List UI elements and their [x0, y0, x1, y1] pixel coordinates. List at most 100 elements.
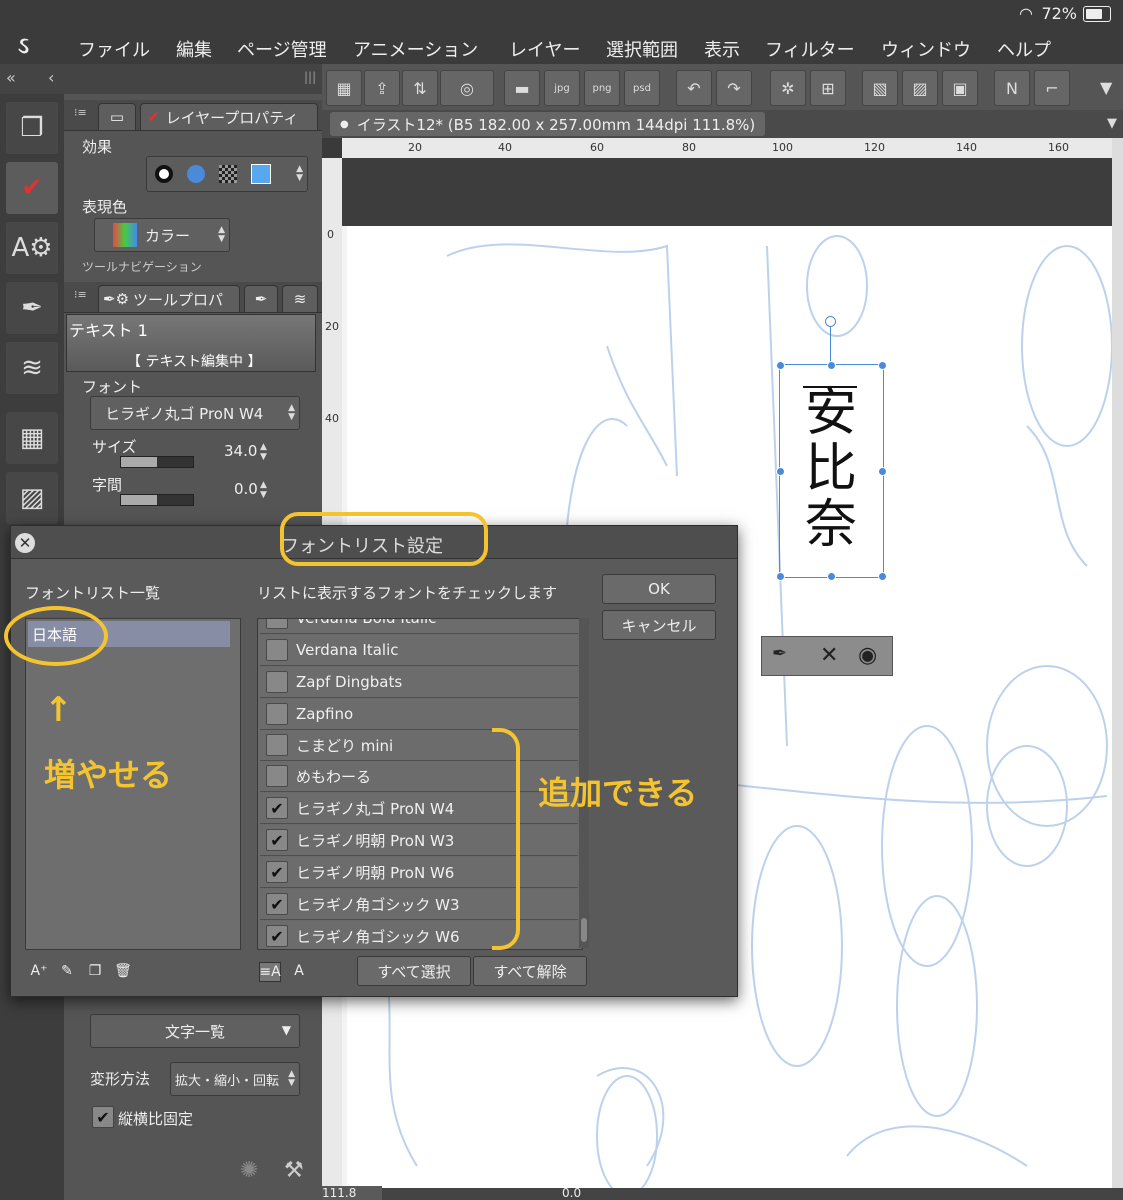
transform-spin-icon[interactable]: ▲ ▼ — [288, 1070, 295, 1088]
save-icon[interactable]: ▬ — [504, 70, 540, 106]
zoom-field[interactable]: 111.8 — [322, 1186, 382, 1200]
layers-stack-icon[interactable]: ≋ — [6, 342, 58, 394]
tool-settings-icon[interactable]: ⚒ — [284, 1158, 304, 1183]
list-item[interactable]: Zapfino — [260, 699, 578, 730]
menu-window[interactable]: ウィンドウ — [881, 36, 971, 62]
tab-menu-icon[interactable]: ⁝≡ — [74, 288, 87, 301]
material-icon[interactable]: ▨ — [6, 472, 58, 524]
share-icon[interactable]: ⇪ — [364, 70, 400, 106]
confirm-edit-icon[interactable]: ◉ — [858, 643, 877, 668]
effect-spin-icon[interactable]: ▲ ▼ — [296, 165, 303, 183]
font-checkbox[interactable] — [266, 619, 288, 629]
selection-border-icon[interactable]: ▣ — [942, 70, 978, 106]
close-icon[interactable]: ✕ — [15, 533, 35, 553]
menu-edit[interactable]: 編集 — [176, 36, 212, 62]
deselect-all-button[interactable]: すべて解除 — [473, 956, 587, 986]
font-checkbox[interactable] — [266, 639, 288, 661]
list-item[interactable]: Verdana Italic — [260, 635, 578, 666]
menu-file[interactable]: ファイル — [78, 36, 150, 62]
grip-icon[interactable]: ||| — [304, 70, 316, 84]
resize-handle[interactable] — [878, 572, 887, 581]
add-list-icon[interactable]: A⁺ — [29, 962, 49, 980]
spacing-slider[interactable] — [120, 494, 194, 506]
menu-layer[interactable]: レイヤー — [509, 36, 580, 62]
tab-brush-icon[interactable]: ✒ — [244, 285, 278, 312]
border-effect-icon[interactable] — [155, 165, 173, 183]
tab-layer-property[interactable]: ✔ レイヤープロパティ — [140, 103, 318, 130]
duplicate-list-icon[interactable]: ❐ — [85, 962, 105, 980]
font-checkbox[interactable]: ✔ — [266, 829, 288, 851]
invert-selection-icon[interactable]: ▨ — [902, 70, 938, 106]
rotation-handle[interactable] — [825, 316, 836, 327]
toolbar-more-icon[interactable]: ▼ — [1100, 78, 1112, 97]
spacing-spin-icon[interactable]: ▲ ▼ — [260, 480, 267, 500]
spacing-value[interactable]: 0.0 — [234, 480, 258, 498]
cancel-button[interactable]: キャンセル — [602, 610, 716, 640]
tab-layers-icon[interactable]: ≋ — [282, 285, 318, 312]
font-select[interactable]: ヒラギノ丸ゴ ProN W4 ▲ ▼ — [90, 396, 300, 430]
text-settings-icon[interactable]: A⚙ — [6, 222, 58, 274]
ruler-snap-icon[interactable]: N — [994, 70, 1030, 106]
font-checkbox[interactable] — [266, 703, 288, 725]
list-item[interactable]: ✔ ヒラギノ角ゴシック W3 — [260, 889, 578, 920]
list-item[interactable]: ✔ ヒラギノ明朝 ProN W6 — [260, 857, 578, 888]
app-logo-icon[interactable]: ઽ — [18, 34, 44, 59]
size-slider[interactable] — [120, 456, 194, 468]
resize-handle[interactable] — [776, 467, 785, 476]
font-spin-icon[interactable]: ▲ ▼ — [288, 404, 295, 422]
navigator-icon[interactable]: ▦ — [6, 412, 58, 464]
tab-tool-property[interactable]: ✒⚙ ツールプロパ — [98, 285, 240, 312]
collapse-icon[interactable]: « — [6, 68, 16, 87]
rename-list-icon[interactable]: ✎ — [57, 962, 77, 980]
font-checkbox[interactable] — [266, 765, 288, 787]
vertical-scrollbar[interactable] — [1112, 138, 1123, 1188]
transform-select[interactable]: 拡大・縮小・回転 ▲ ▼ — [170, 1062, 300, 1096]
trash-icon[interactable]: 🗑 — [113, 962, 133, 980]
font-checkbox[interactable]: ✔ — [266, 893, 288, 915]
document-tab[interactable]: ● イラスト12* (B5 182.00 x 257.00mm 144dpi 1… — [330, 112, 766, 136]
effect-icon[interactable]: ✲ — [770, 70, 806, 106]
export-png-icon[interactable]: png — [584, 70, 620, 106]
resize-handle[interactable] — [827, 572, 836, 581]
vertical-text[interactable]: 安 比 奈 — [797, 385, 865, 553]
menu-view[interactable]: 表示 — [704, 36, 740, 62]
tone-effect-icon[interactable] — [219, 165, 237, 183]
resize-handle[interactable] — [878, 361, 887, 370]
export-jpg-icon[interactable]: jpg — [544, 70, 580, 106]
tab-layer[interactable]: ▭ — [98, 103, 136, 130]
char-list-button[interactable]: 文字一覧 ▼ — [90, 1014, 300, 1048]
watercolor-effect-icon[interactable] — [187, 165, 205, 183]
clear-selection-icon[interactable]: ▧ — [862, 70, 898, 106]
font-checkbox[interactable]: ✔ — [266, 861, 288, 883]
cloud-sync-icon[interactable]: ◎ — [440, 70, 494, 106]
color-spin-icon[interactable]: ▲ ▼ — [218, 226, 225, 244]
redo-icon[interactable]: ↷ — [716, 70, 752, 106]
sort-font-icon[interactable]: ≡A — [259, 962, 281, 982]
tab-dropdown-icon[interactable]: ▼ — [1107, 116, 1117, 131]
font-checkbox[interactable] — [266, 734, 288, 756]
ok-button[interactable]: OK — [602, 574, 716, 604]
export-psd-icon[interactable]: psd — [624, 70, 660, 106]
layer-tool-icon[interactable]: ❐ — [6, 102, 58, 154]
lock-ratio-checkbox[interactable]: ✔ — [92, 1106, 114, 1128]
transform-icon[interactable]: ⊞ — [810, 70, 846, 106]
resize-handle[interactable] — [776, 361, 785, 370]
layer-color-icon[interactable] — [251, 164, 271, 184]
undo-icon[interactable]: ↶ — [676, 70, 712, 106]
curve-snap-icon[interactable]: ⌐ — [1034, 70, 1070, 106]
list-item[interactable]: Zapf Dingbats — [260, 667, 578, 698]
updown-icon[interactable]: ⇅ — [402, 70, 438, 106]
list-item[interactable]: Verdana Bold Italic — [260, 619, 578, 634]
resize-handle[interactable] — [878, 467, 887, 476]
effect-selector[interactable]: ▲ ▼ — [146, 156, 308, 192]
resize-handle[interactable] — [776, 572, 785, 581]
size-spin-icon[interactable]: ▲ ▼ — [260, 442, 267, 462]
menu-selection[interactable]: 選択範囲 — [606, 36, 678, 62]
tab-menu-icon[interactable]: ⁝≡ — [74, 106, 87, 119]
color-mode-select[interactable]: カラー ▲ ▼ — [94, 218, 230, 252]
reset-icon[interactable]: ✺ — [240, 1158, 258, 1183]
menu-page[interactable]: ページ管理 — [237, 36, 327, 62]
list-item[interactable]: こまどり mini — [260, 730, 578, 761]
menu-filter[interactable]: フィルター — [765, 36, 855, 62]
menu-animation[interactable]: アニメーション — [353, 36, 478, 62]
